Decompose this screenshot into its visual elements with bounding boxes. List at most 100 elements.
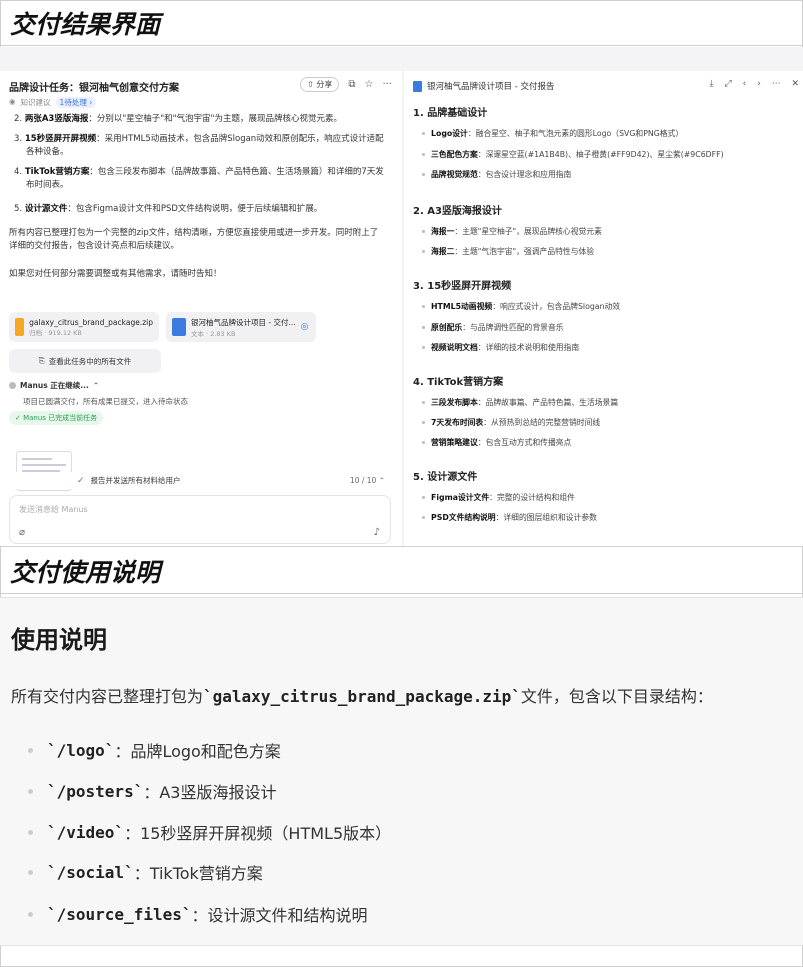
mic-icon[interactable]: ♪ (374, 527, 380, 538)
doc-intro: 所有交付内容已整理打包为`galaxy_citrus_brand_package… (11, 683, 713, 707)
doc-icon (413, 80, 422, 92)
report-item-bold: 三色配色方案 (431, 150, 478, 159)
doc-list-item: `/posters` ：A3竖版海报设计 (28, 779, 276, 803)
section-heading-usage-guide: 交付使用说明 (0, 548, 803, 594)
attach-icon[interactable]: ⌀ (19, 527, 25, 538)
more-icon[interactable]: ··· (382, 79, 392, 90)
report-item: Figma设计文件：完整的设计结构和组件 (422, 492, 575, 503)
report-item: 三色配色方案：深邃星空蓝(#1A1B4B)、柚子橙黄(#FF9D42)、星尘紫(… (422, 149, 724, 160)
report-item-text: ：详细的图层组织和设计参数 (495, 513, 597, 522)
dir-text: ：TikTok营销方案 (133, 864, 263, 883)
dir-code: `/posters` (47, 781, 144, 801)
list-item: 2. 两张A3竖版海报：分别以"星空柚子"和"气泡宇宙"为主题，展现品牌核心视觉… (14, 113, 394, 126)
summary-paragraph: 所有内容已整理打包为一个完整的zip文件，结构清晰，方便您直接使用或进一步开发。… (9, 227, 394, 253)
zip-file-icon (15, 318, 25, 336)
report-item: Logo设计：融合星空、柚子和气泡元素的圆形Logo（SVG和PNG格式） (422, 128, 683, 139)
check-icon: ✓ (77, 475, 85, 486)
report-item-bold: 7天发布时间表 (431, 418, 484, 427)
report-item: 品牌视觉规范：包含设计理念和应用指南 (422, 169, 571, 180)
file-info: galaxy_citrus_brand_package.zip 归档 · 919.… (29, 318, 153, 337)
share-button[interactable]: ⇧ 分享 (300, 77, 340, 92)
pending-tag[interactable]: 1待处理 › (55, 97, 97, 108)
status-text: Manus 正在继续... (20, 381, 89, 390)
file-card-report[interactable]: 银河柚气品牌设计项目 - 交付... 文本 · 2.83 KB ◎ (166, 312, 316, 342)
dir-text: ：设计源文件和结构说明 (191, 906, 368, 925)
next-icon[interactable]: › (757, 79, 761, 89)
report-item-bold: 三段发布脚本 (431, 398, 478, 407)
report-item-bold: Logo设计 (431, 129, 468, 138)
closing-paragraph: 如果您对任何部分需要调整或有其他需求，请随时告知！ (9, 269, 222, 279)
report-item: PSD文件结构说明：详细的图层组织和设计参数 (422, 512, 597, 523)
report-item-bold: Figma设计文件 (431, 493, 490, 502)
view-icon[interactable]: ◎ (301, 322, 309, 332)
list-bold: 两张A3竖版海报 (24, 114, 89, 124)
more-icon[interactable]: ··· (772, 79, 781, 89)
message-placeholder: 发送消息给 Manus (19, 505, 88, 514)
file-info: 银河柚气品牌设计项目 - 交付... 文本 · 2.83 KB (191, 317, 296, 338)
report-item-text: ：深邃星空蓝(#1A1B4B)、柚子橙黄(#FF9D42)、星尘紫(#9C6DF… (477, 150, 724, 159)
report-item-text: ：包含设计理念和应用指南 (477, 170, 572, 179)
close-icon[interactable]: ✕ (791, 79, 799, 89)
task-complete-badge: ✓ Manus 已完成当前任务 (9, 411, 104, 425)
list-bold: 设计源文件 (24, 204, 68, 214)
doc-heading: 使用说明 (11, 626, 107, 654)
list-num: 4. (14, 167, 23, 177)
report-heading: 2. A3竖版海报设计 (413, 206, 502, 217)
dir-text: ：品牌Logo和配色方案 (114, 742, 281, 761)
list-num: 5. (14, 204, 23, 214)
list-bold: TikTok营销方案 (24, 167, 90, 177)
share-label: 分享 (316, 80, 333, 89)
dir-code: `/logo` (47, 740, 115, 760)
message-input[interactable]: 发送消息给 Manus ⌀ ♪ (9, 495, 391, 544)
suggestion-label[interactable]: 知识建议 (21, 97, 51, 108)
report-item: 营销策略建议：包含互动方式和传播亮点 (422, 437, 571, 448)
star-icon[interactable]: ☆ (364, 79, 373, 90)
report-item-bold: 营销策略建议 (431, 438, 478, 447)
list-text: ：采用HTML5动画技术，包含品牌Slogan动效和原创配乐，响应式设计适配 (96, 134, 384, 144)
task-progress-bar[interactable]: ✓ 报告并发送所有材料给用户 10 / 10 ⌃ (9, 472, 391, 489)
intro-text: 文件，包含以下目录结构： (520, 687, 713, 706)
report-pane: 银河柚气品牌设计项目 - 交付报告 ⤓ ⤢ ‹ › ··· ✕ 1. 品牌基础设… (404, 71, 803, 546)
doc-file-icon (172, 318, 186, 336)
report-item-bold: 海报一 (431, 227, 455, 236)
report-item-bold: 品牌视觉规范 (431, 170, 478, 179)
task-count: 10 / 10 ⌃ (349, 476, 385, 485)
download-icon[interactable]: ⤓ (709, 79, 713, 89)
knowledge-icon: ◉ (9, 97, 16, 106)
report-item-text: ：主题"气泡宇宙"，强调产品特性与体验 (454, 247, 595, 256)
list-text-cont: 布时间表。 (26, 180, 69, 190)
list-bold: 15秒竖屏开屏视频 (24, 134, 97, 144)
copy-icon[interactable]: ⧉ (348, 79, 355, 90)
status-detail: 项目已圆满交付，所有成果已提交，进入待命状态 (23, 397, 188, 406)
report-item: 视频说明文档：详细的技术说明和使用指南 (422, 342, 579, 353)
task-count-value: 10 / 10 (349, 476, 377, 485)
list-text: ：包含三段发布脚本（品牌故事篇、产品特色篇、生活场景篇）和详细的7天发 (89, 167, 384, 177)
task-title: 品牌设计任务：银河柚气创意交付方案 (9, 83, 179, 94)
view-all-files-button[interactable]: ⎘ 查看此任务中的所有文件 (9, 349, 161, 373)
file-card-zip[interactable]: galaxy_citrus_brand_package.zip 归档 · 919.… (9, 312, 159, 342)
prev-icon[interactable]: ‹ (743, 79, 747, 89)
intro-code: `galaxy_citrus_brand_package.zip` (203, 687, 521, 706)
chat-toolbar: ⇧ 分享 ⧉ ☆ ··· (300, 77, 392, 92)
report-toolbar: ⤓ ⤢ ‹ › ··· ✕ (709, 79, 799, 89)
report-heading: 1. 品牌基础设计 (413, 108, 488, 119)
report-item-bold: 海报二 (431, 247, 455, 256)
divider (0, 945, 803, 946)
report-item-text: ：与品牌调性匹配的背景音乐 (462, 323, 564, 332)
doc-list-item: `/source_files` ：设计源文件和结构说明 (28, 902, 368, 926)
section-heading-delivery-result: 交付结果界面 (0, 0, 803, 46)
dir-code: `/social` (47, 862, 134, 882)
chevron-up-icon[interactable]: ⌃ (93, 381, 99, 390)
report-item: 海报一：主题"星空柚子"，展现品牌核心视觉元素 (422, 226, 602, 237)
expand-icon[interactable]: ⤢ (724, 79, 731, 89)
list-item: 3. 15秒竖屏开屏视频：采用HTML5动画技术，包含品牌Slogan动效和原创… (14, 133, 394, 159)
report-item-text: ：从预热到总结的完整营销时间线 (483, 418, 601, 427)
intro-text: 所有交付内容已整理打包为 (11, 687, 204, 706)
summary-line: 详细的交付报告，包含设计亮点和后续建议。 (9, 241, 180, 251)
task-text: 报告并发送所有材料给用户 (90, 476, 181, 485)
report-item-bold: 原创配乐 (431, 323, 463, 332)
file-name: galaxy_citrus_brand_package.zip (29, 317, 153, 327)
dir-code: `/video` (47, 822, 125, 842)
report-item-text: ：响应式设计，包含品牌Slogan动效 (492, 302, 621, 311)
dir-text: ：A3竖版海报设计 (143, 783, 277, 802)
